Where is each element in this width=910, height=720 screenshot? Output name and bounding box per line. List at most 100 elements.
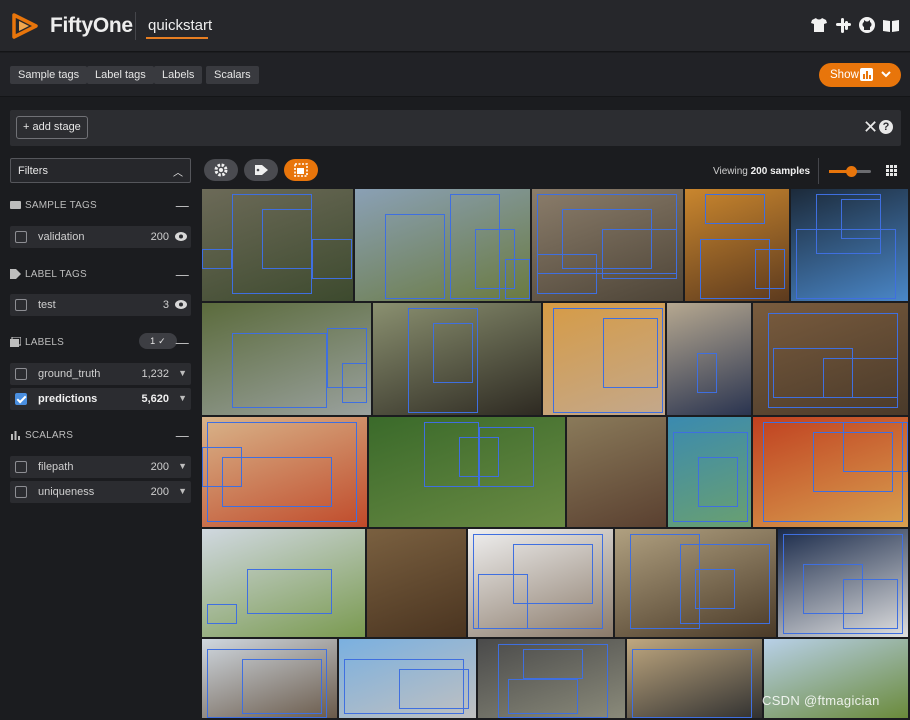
sample-tile-cat-in-bowl[interactable] (543, 303, 667, 417)
patches-button[interactable] (284, 159, 318, 181)
selected-count-badge[interactable]: 1 ✓ (139, 333, 177, 349)
detection-box (603, 318, 658, 388)
fiftyone-logo-icon[interactable] (10, 11, 40, 41)
expand-caret-icon[interactable]: ▼ (178, 368, 187, 378)
detection-box (695, 569, 735, 609)
sample-tile-motorbike[interactable] (202, 639, 339, 720)
collapse-icon[interactable]: — (176, 267, 189, 282)
eye-icon[interactable] (175, 232, 187, 241)
book-icon[interactable] (882, 16, 900, 34)
sample-tile-horse-rider[interactable] (355, 189, 532, 303)
sample-tile-bear-fish[interactable] (615, 529, 778, 639)
filter-row-predictions[interactable]: predictions 5,620 ▼ (10, 388, 191, 410)
sample-tile-sleeping-cat[interactable] (753, 303, 910, 417)
sample-tile-cow[interactable] (373, 303, 543, 417)
tshirt-icon[interactable] (810, 16, 828, 34)
detection-box (242, 659, 322, 714)
section-sample-tags[interactable]: SAMPLE TAGS — (10, 198, 191, 214)
app-header: FiftyOne quickstart (0, 0, 910, 52)
sample-tile-cake[interactable] (791, 189, 910, 303)
app-brand[interactable]: FiftyOne (50, 14, 133, 38)
sample-tile-train[interactable] (202, 303, 373, 417)
expand-caret-icon[interactable]: ▼ (178, 393, 187, 403)
row-label: filepath (38, 461, 74, 473)
detection-box (232, 333, 327, 408)
add-stage-button[interactable]: + add stage (16, 116, 88, 139)
section-labels[interactable]: LABELS 1 ✓ — (10, 333, 191, 351)
detection-box (459, 437, 499, 477)
detection-box (796, 229, 896, 299)
dataset-name[interactable]: quickstart (148, 17, 212, 34)
sample-tile-airplane[interactable] (202, 529, 367, 639)
view-stage-bar: + add stage ✕ ? (10, 110, 901, 146)
show-button[interactable]: Show (819, 63, 901, 87)
filter-row-ground-truth[interactable]: ground_truth 1,232 ▼ (10, 363, 191, 385)
detection-box (433, 323, 473, 383)
tab-label-tags[interactable]: Label tags (87, 66, 154, 84)
sample-tile-dinner-plate[interactable] (685, 189, 791, 303)
sample-tile-dog[interactable] (778, 529, 910, 639)
zoom-slider[interactable] (829, 166, 871, 177)
row-label: validation (38, 231, 85, 243)
tab-labels[interactable]: Labels (154, 66, 203, 84)
detection-box (537, 254, 597, 294)
checkbox[interactable] (15, 461, 27, 473)
section-scalars[interactable]: SCALARS — (10, 428, 191, 444)
sample-tile-man[interactable] (667, 303, 753, 417)
settings-button[interactable] (204, 159, 238, 181)
checkbox-checked[interactable] (15, 393, 27, 405)
checkbox[interactable] (15, 368, 27, 380)
filter-row-test[interactable]: test 3 (10, 294, 191, 316)
section-title: LABEL TAGS (25, 269, 87, 280)
watermark-text: CSDN @ftmagician (762, 693, 880, 708)
sample-tile-teddy-bear[interactable] (668, 417, 753, 529)
sample-tile-zebras[interactable] (627, 639, 764, 720)
tag-icon (10, 201, 21, 209)
github-icon[interactable] (858, 16, 876, 34)
detection-box (841, 199, 881, 239)
clear-view-icon[interactable]: ✕ (863, 118, 878, 136)
sample-tile-cat-window[interactable] (468, 529, 615, 639)
chart-icon (860, 68, 873, 81)
collapse-icon[interactable]: — (176, 428, 189, 443)
sample-tile-bear-portrait[interactable] (367, 529, 468, 639)
sample-tile-bear[interactable] (567, 417, 668, 529)
eye-icon[interactable] (175, 300, 187, 309)
tab-scalars[interactable]: Scalars (206, 66, 259, 84)
checkbox[interactable] (15, 486, 27, 498)
detection-box (698, 457, 738, 507)
sample-tile-pizza-plate[interactable] (202, 417, 369, 529)
sample-tile-cats[interactable] (532, 189, 685, 303)
tag-button[interactable] (244, 159, 278, 181)
detection-box (207, 604, 237, 624)
detection-box (823, 358, 898, 398)
slack-icon[interactable] (834, 16, 852, 34)
filters-dropdown[interactable]: Filters ︿ (10, 158, 191, 183)
grid-icon[interactable] (886, 165, 897, 176)
collapse-icon[interactable]: — (176, 198, 189, 213)
sample-tile-car[interactable] (339, 639, 478, 720)
sample-tile-pizza[interactable] (753, 417, 910, 529)
checkbox[interactable] (15, 299, 27, 311)
row-count: 3 (162, 299, 169, 311)
expand-caret-icon[interactable]: ▼ (178, 486, 187, 496)
header-divider (135, 12, 136, 40)
filter-row-validation[interactable]: validation 200 (10, 226, 191, 248)
sample-tile-market[interactable] (478, 639, 627, 720)
show-button-label: Show (830, 69, 859, 81)
row-count: 200 (150, 231, 169, 243)
detection-box (505, 259, 530, 299)
sample-tile-dogs-on-grass[interactable] (369, 417, 567, 529)
filter-row-filepath[interactable]: filepath 200 ▼ (10, 456, 191, 478)
sample-tile-hedgehog[interactable] (202, 189, 355, 303)
tab-sample-tags[interactable]: Sample tags (10, 66, 88, 84)
section-label-tags[interactable]: LABEL TAGS — (10, 267, 191, 283)
filter-row-uniqueness[interactable]: uniqueness 200 ▼ (10, 481, 191, 503)
chevron-up-icon: ︿ (173, 168, 183, 179)
checkbox[interactable] (15, 231, 27, 243)
expand-caret-icon[interactable]: ▼ (178, 461, 187, 471)
toolbar-divider (818, 158, 819, 184)
help-icon[interactable]: ? (879, 120, 893, 134)
collapse-icon[interactable]: — (176, 335, 189, 350)
zoom-slider-knob[interactable] (846, 166, 857, 177)
